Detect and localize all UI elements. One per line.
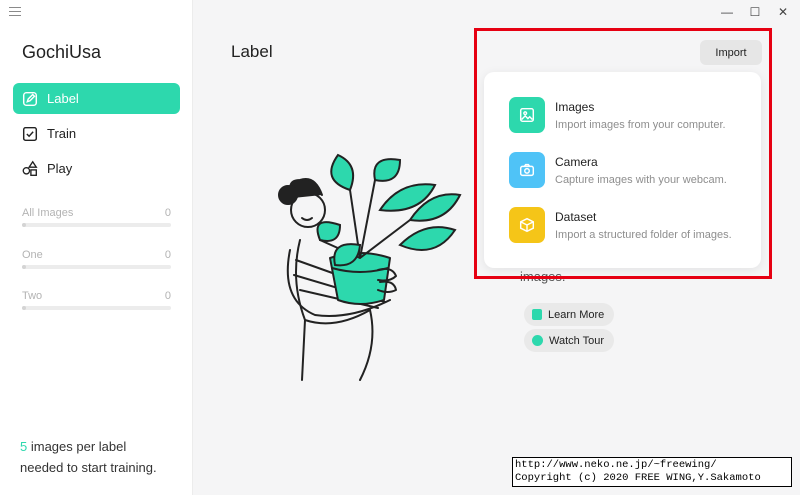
close-icon[interactable]: ✕ (776, 5, 790, 19)
nav-label: Play (47, 161, 73, 176)
category-count: 0 (164, 290, 171, 302)
copyright-overlay: http://www.neko.ne.jp/~freewing/ Copyrig… (512, 457, 792, 487)
edit-icon (22, 91, 38, 106)
watch-tour-label: Watch Tour (549, 334, 605, 347)
watch-tour-button[interactable]: Watch Tour (524, 329, 615, 352)
copyright-text: Copyright (c) 2020 FREE WING,Y.Sakamoto (515, 472, 761, 484)
category-progress (22, 306, 171, 310)
document-icon (532, 309, 542, 320)
plant-person-illustration (278, 153, 462, 381)
training-note: 5 images per label needed to start train… (20, 436, 180, 478)
maximize-icon[interactable]: ☐ (748, 5, 762, 19)
sidebar-nav: Label Train Play (13, 83, 180, 188)
category-progress (22, 265, 171, 269)
hamburger-menu-icon[interactable] (9, 7, 21, 17)
sidebar: GochiUsa Label Train Play All Images 0 O… (0, 0, 193, 495)
nav-label: Label (47, 91, 79, 106)
learn-more-button[interactable]: Learn More (524, 303, 615, 326)
play-icon (532, 335, 543, 346)
copyright-url: http://www.neko.ne.jp/~freewing/ (515, 459, 717, 471)
checkbox-icon (22, 126, 38, 141)
window-controls: — ☐ ✕ (720, 5, 790, 19)
app-title: GochiUsa (22, 42, 102, 62)
note-text-b: needed to start training. (20, 460, 157, 475)
category-two[interactable]: Two 0 (22, 290, 171, 310)
category-progress (22, 223, 171, 227)
page-title: Label (231, 42, 273, 61)
category-name: One (22, 249, 43, 261)
category-name: Two (22, 290, 43, 302)
shapes-icon (22, 160, 38, 176)
category-one[interactable]: One 0 (22, 249, 171, 269)
category-count: 0 (164, 207, 171, 219)
category-name: All Images (22, 207, 74, 219)
annotation-highlight-box (474, 28, 772, 279)
nav-item-label[interactable]: Label (13, 83, 180, 114)
note-text-a: images per label (27, 439, 127, 454)
learn-more-label: Learn More (548, 308, 605, 321)
nav-item-play[interactable]: Play (13, 153, 180, 184)
category-all-images[interactable]: All Images 0 (22, 207, 171, 227)
nav-label: Train (47, 126, 77, 141)
nav-item-train[interactable]: Train (13, 118, 180, 149)
category-count: 0 (164, 249, 171, 261)
minimize-icon[interactable]: — (720, 5, 734, 19)
